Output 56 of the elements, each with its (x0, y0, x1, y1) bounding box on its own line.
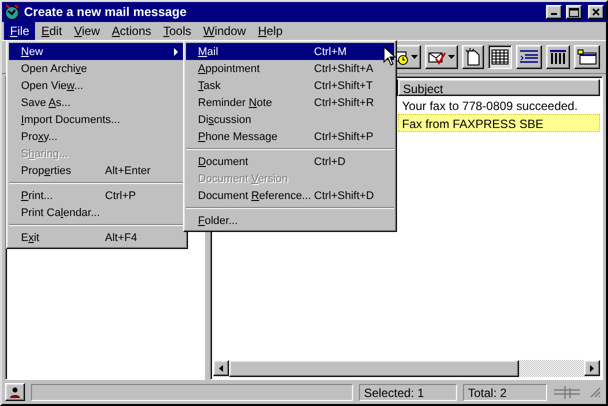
menu-item[interactable]: Document Reference... Ctrl+Shift+D (186, 187, 394, 204)
close-icon (592, 8, 600, 16)
minimize-button[interactable] (546, 5, 562, 19)
menu-item[interactable]: Open View... (9, 77, 185, 94)
menu-item[interactable]: Appointment Ctrl+Shift+A (186, 60, 394, 77)
menu-item[interactable]: Print Calendar... (9, 204, 185, 221)
table-icon (491, 49, 509, 65)
menu-item[interactable]: Folder... (186, 212, 394, 229)
window-icon (577, 49, 597, 65)
menu-item[interactable]: Task Ctrl+Shift+T (186, 77, 394, 94)
menu-item[interactable]: Exit Alt+F4 (9, 229, 185, 246)
toolbar-button[interactable] (488, 45, 512, 69)
scroll-left-button[interactable] (213, 360, 229, 376)
menu-bar-item[interactable]: Window (197, 22, 252, 40)
scroll-right-button[interactable] (584, 360, 600, 376)
left-arrow-icon (219, 364, 223, 372)
menu-bar-item[interactable]: Help (252, 22, 289, 40)
message-row[interactable]: Your fax to 778-0809 succeeded. (398, 96, 600, 114)
menu-bar-item[interactable]: Tools (157, 22, 198, 40)
menu-bar-item[interactable]: Edit (35, 22, 68, 40)
menu-item[interactable]: Print... Ctrl+P (9, 187, 185, 204)
menu-bar-item[interactable]: File (4, 22, 36, 40)
menu-item[interactable]: Properties Alt+Enter (9, 162, 185, 179)
menu-bar-item[interactable]: View (68, 22, 106, 40)
scroll-thumb[interactable] (229, 360, 519, 377)
dropdown-arrow-icon (411, 55, 418, 59)
resize-grip-icon[interactable] (589, 386, 601, 398)
menu-bar-item[interactable]: Actions (106, 22, 158, 40)
maximize-icon (569, 8, 579, 16)
menu-item[interactable]: Document Ctrl+D (186, 153, 394, 170)
window-title: Create a new mail message (24, 5, 188, 19)
new-document-icon (465, 48, 481, 66)
columns-icon (549, 49, 567, 65)
column-header[interactable]: Subject (398, 79, 600, 96)
menu-item[interactable]: Reminder Note Ctrl+Shift+R (186, 94, 394, 111)
list-icon (519, 49, 539, 65)
close-button[interactable] (588, 5, 604, 19)
dropdown-arrow-icon (448, 55, 455, 59)
menu-item[interactable]: Proxy... (9, 128, 185, 145)
menu-item[interactable]: Import Documents... (9, 111, 185, 128)
maximize-button[interactable] (566, 5, 582, 19)
menu-item[interactable]: Mail Ctrl+M (186, 43, 394, 60)
horizontal-scrollbar[interactable] (213, 360, 600, 377)
right-arrow-icon (590, 364, 594, 372)
menu-item[interactable]: Open Archive (9, 60, 185, 77)
connection-icon (553, 384, 583, 400)
status-selected: Selected: 1 (359, 384, 457, 400)
status-total: Total: 2 (463, 384, 547, 400)
message-row[interactable]: Fax from FAXPRESS SBE (398, 114, 600, 132)
menu-item[interactable]: Save As... (9, 94, 185, 111)
menu-item[interactable]: Discussion (186, 111, 394, 128)
person-icon (9, 386, 21, 398)
menu-item[interactable]: New (9, 43, 185, 60)
user-button[interactable] (5, 383, 25, 401)
menu-item[interactable]: Phone Message Ctrl+Shift+P (186, 128, 394, 145)
submenu-arrow-icon (174, 48, 179, 56)
